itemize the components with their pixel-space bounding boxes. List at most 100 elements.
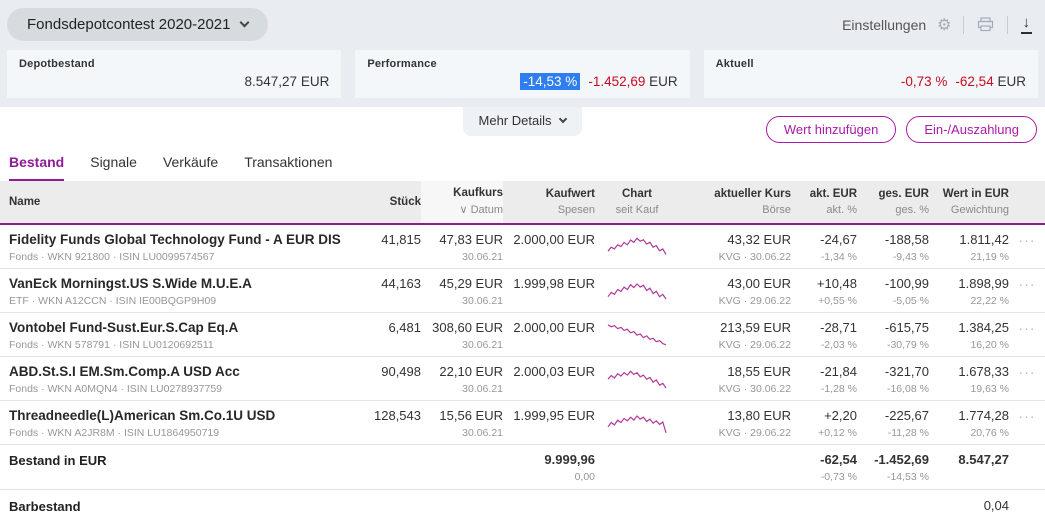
fund-meta: Fonds · WKN 578791 · ISIN LU0120692511	[9, 339, 351, 351]
col-stueck[interactable]: Stück	[351, 196, 421, 208]
akt-pct-value: +0,55 %	[791, 295, 857, 307]
stueck-value: 41,815	[351, 232, 421, 247]
gewichtung-value: 20,76 %	[929, 427, 1009, 439]
ges-pct-value: -16,08 %	[857, 383, 929, 395]
ges-eur-value: -615,75	[857, 320, 929, 335]
table-row[interactable]: Fidelity Funds Global Technology Fund - …	[0, 225, 1045, 269]
ges-eur-value: -321,70	[857, 364, 929, 379]
footer-akt-eur-sum: -62,54	[791, 452, 857, 467]
depotbestand-label: Depotbestand	[19, 58, 329, 70]
wert-value: 1.898,99	[929, 276, 1009, 291]
tab-transaktionen[interactable]: Transaktionen	[244, 154, 332, 181]
akt-pct-value: -2,03 %	[791, 339, 857, 351]
kurs-value: 43,32 EUR	[679, 232, 791, 247]
performance-currency: EUR	[649, 74, 678, 89]
print-button[interactable]	[975, 15, 996, 34]
table-row[interactable]: ABD.St.S.I EM.Sm.Comp.A USD Acc Fonds · …	[0, 357, 1045, 401]
aktuell-label: Aktuell	[716, 58, 1026, 70]
fund-meta: Fonds · WKN 921800 · ISIN LU0099574567	[9, 251, 351, 263]
akt-pct-value: +0,12 %	[791, 427, 857, 439]
col-kurs[interactable]: aktueller Kurs Börse	[679, 187, 791, 216]
fund-name-link[interactable]: Fidelity Funds Global Technology Fund - …	[9, 232, 351, 247]
summary-band: Fondsdepotcontest 2020-2021 Einstellunge…	[0, 0, 1045, 107]
fund-name-link[interactable]: VanEck Morningst.US S.Wide M.U.E.A	[9, 276, 351, 291]
footer-bestand-label: Bestand in EUR	[9, 453, 107, 468]
barbestand-label: Barbestand	[9, 499, 81, 514]
aktuell-amount: -62,54	[955, 74, 993, 89]
ges-pct-value: -5,05 %	[857, 295, 929, 307]
sparkline-chart	[595, 364, 679, 392]
tab-verkaeufe[interactable]: Verkäufe	[163, 154, 218, 181]
kaufdatum-value: 30.06.21	[421, 251, 503, 263]
fund-name-link[interactable]: Threadneedle(L)American Sm.Co.1U USD	[9, 408, 351, 423]
kurs-value: 18,55 EUR	[679, 364, 791, 379]
stueck-value: 128,543	[351, 408, 421, 423]
payment-button[interactable]: Ein-/Auszahlung	[906, 116, 1037, 143]
kurs-value: 43,00 EUR	[679, 276, 791, 291]
row-menu-button[interactable]: ···	[1019, 364, 1036, 380]
kaufdatum-value: 30.06.21	[421, 427, 503, 439]
aktuell-percent: -0,73 %	[901, 74, 948, 89]
portfolio-selector[interactable]: Fondsdepotcontest 2020-2021	[7, 8, 268, 41]
footer-kaufwert-sum: 9.999,96	[503, 452, 595, 467]
col-ges[interactable]: ges. EUR ges. %	[857, 187, 929, 216]
row-menu-button[interactable]: ···	[1019, 276, 1036, 292]
akt-eur-value: +2,20	[791, 408, 857, 423]
chevron-down-icon	[559, 115, 567, 123]
table-row[interactable]: VanEck Morningst.US S.Wide M.U.E.A ETF ·…	[0, 269, 1045, 313]
sparkline-chart	[595, 232, 679, 260]
footer-barbestand-row: Barbestand 0,04	[0, 490, 1045, 523]
row-menu-button[interactable]: ···	[1019, 232, 1036, 248]
col-akt[interactable]: akt. EUR akt. %	[791, 187, 857, 216]
fund-meta: Fonds · WKN A2JR8M · ISIN LU1864950719	[9, 427, 351, 439]
settings-label[interactable]: Einstellungen	[842, 17, 926, 33]
col-wert[interactable]: Wert in EUR Gewichtung	[929, 187, 1009, 216]
footer-bestand-row: Bestand in EUR 9.999,96 0,00 -62,54 -0,7…	[0, 445, 1045, 490]
sort-desc-icon: ∨	[459, 204, 467, 216]
boerse-value: KVG · 30.06.22	[679, 251, 791, 263]
boerse-value: KVG · 29.06.22	[679, 339, 791, 351]
wert-value: 1.384,25	[929, 320, 1009, 335]
more-details-button[interactable]: Mehr Details	[463, 107, 583, 136]
tab-signale[interactable]: Signale	[90, 154, 137, 181]
akt-eur-value: -21,84	[791, 364, 857, 379]
fund-name-link[interactable]: Vontobel Fund-Sust.Eur.S.Cap Eq.A	[9, 320, 351, 335]
tab-bestand[interactable]: Bestand	[9, 154, 64, 181]
ges-eur-value: -225,67	[857, 408, 929, 423]
performance-percent: -14,53 %	[520, 73, 580, 90]
kaufkurs-value: 22,10 EUR	[421, 364, 503, 379]
footer-ges-pct-sum: -14,53 %	[857, 471, 929, 483]
barbestand-value: 0,04	[929, 498, 1009, 513]
kaufwert-value: 1.999,95 EUR	[503, 408, 595, 423]
sparkline-chart	[595, 276, 679, 304]
gewichtung-value: 22,22 %	[929, 295, 1009, 307]
row-menu-button[interactable]: ···	[1019, 320, 1036, 336]
table-row[interactable]: Vontobel Fund-Sust.Eur.S.Cap Eq.A Fonds …	[0, 313, 1045, 357]
gewichtung-value: 19,63 %	[929, 383, 1009, 395]
row-menu-button[interactable]: ···	[1019, 408, 1036, 424]
wert-value: 1.678,33	[929, 364, 1009, 379]
gear-icon[interactable]: ⚙	[937, 15, 951, 35]
tabs: Bestand Signale Verkäufe Transaktionen	[0, 149, 1045, 181]
kurs-value: 13,80 EUR	[679, 408, 791, 423]
sparkline-chart	[595, 320, 679, 348]
table-row[interactable]: Threadneedle(L)American Sm.Co.1U USD Fon…	[0, 401, 1045, 445]
footer-wert-sum: 8.547,27	[929, 452, 1009, 467]
gewichtung-value: 21,19 %	[929, 251, 1009, 263]
kurs-value: 213,59 EUR	[679, 320, 791, 335]
kaufdatum-value: 30.06.21	[421, 383, 503, 395]
kaufwert-value: 1.999,98 EUR	[503, 276, 595, 291]
footer-spesen-sum: 0,00	[503, 471, 595, 483]
col-name[interactable]: Name	[9, 196, 351, 208]
fund-meta: Fonds · WKN A0MQN4 · ISIN LU0278937759	[9, 383, 351, 395]
footer-ges-eur-sum: -1.452,69	[857, 452, 929, 467]
fund-name-link[interactable]: ABD.St.S.I EM.Sm.Comp.A USD Acc	[9, 364, 351, 379]
boerse-value: KVG · 29.06.22	[679, 295, 791, 307]
download-button[interactable]: ↓	[1019, 13, 1035, 36]
add-value-button[interactable]: Wert hinzufügen	[766, 116, 896, 143]
boerse-value: KVG · 29.06.22	[679, 427, 791, 439]
performance-label: Performance	[367, 58, 677, 70]
col-kaufwert[interactable]: Kaufwert Spesen	[503, 187, 595, 216]
col-kaufkurs[interactable]: Kaufkurs ∨ Datum	[421, 181, 503, 223]
performance-amount: -1.452,69	[588, 74, 645, 89]
